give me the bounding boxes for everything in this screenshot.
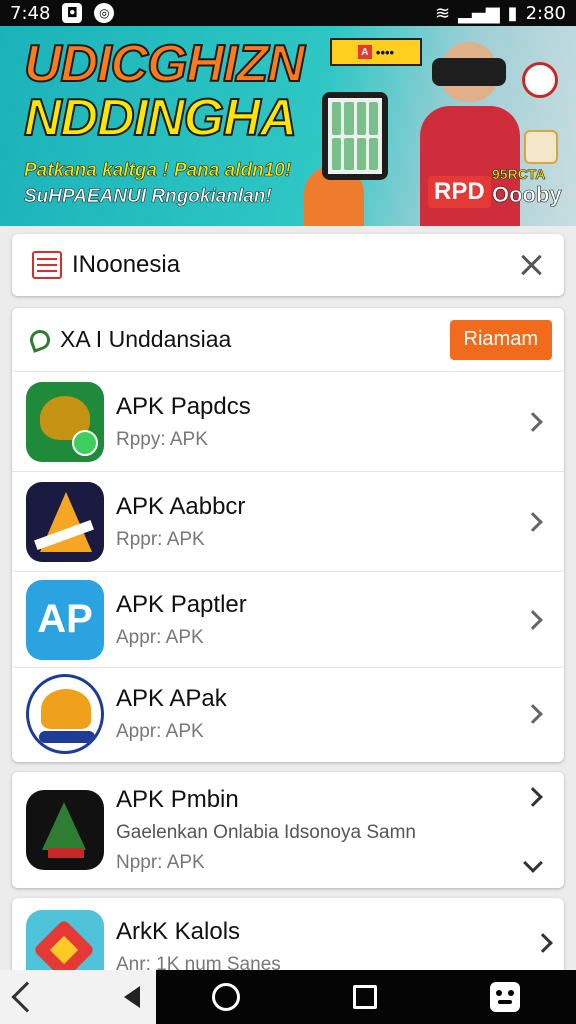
triangle-app-icon [26, 790, 104, 870]
notification-circle-icon: ◎ [94, 3, 115, 23]
chevron-right-icon [523, 704, 543, 724]
recents-icon[interactable] [352, 985, 377, 1009]
list-item[interactable]: APK Papdcs Rppy: APK [12, 372, 564, 472]
a-logo-app-icon [26, 481, 104, 562]
app-subtitle: Rppr: APK [116, 528, 205, 550]
results-cta-button[interactable]: Riamam [449, 319, 552, 360]
list-item[interactable]: APK Pmbin Gaelenkan Onlabia Idsonoya Sam… [12, 772, 564, 888]
app-name: ArkK Kalols [116, 918, 241, 945]
app-name: APK APak [116, 685, 227, 712]
app-name: APK Pmbin [116, 786, 239, 813]
chevron-right-icon [523, 609, 543, 630]
phone-illustration [322, 92, 388, 180]
app-name: APK Aabbcr [116, 492, 246, 520]
banner-subline-1: Patkana kaltga ! Pana aldn10! [24, 160, 292, 182]
close-icon[interactable] [518, 252, 544, 278]
promo-badge: A •••• [330, 38, 422, 66]
status-time-left: 7:48 [10, 2, 51, 24]
vr-headset-icon [432, 58, 506, 86]
garuda-app-icon [26, 381, 104, 462]
flag-icon [32, 251, 62, 279]
notification-square-icon: ◘ [62, 3, 83, 23]
banner-corner-top: 95RCTA [492, 166, 546, 183]
chevron-right-icon [523, 511, 543, 532]
banner-corner-bottom: Oooby [492, 182, 562, 208]
results-header: XA I Unddansiaa Riamam [12, 308, 564, 372]
chevron-right-icon [533, 933, 553, 953]
promo-banner[interactable]: UDICGHIZN NDDINGHA Patkana kaltga ! Pana… [0, 26, 576, 226]
emblem-app-icon [26, 674, 104, 754]
search-input[interactable]: INoonesia [72, 251, 518, 279]
battery-icon: ▮ [507, 2, 518, 24]
back-icon[interactable] [11, 981, 43, 1013]
home-icon[interactable] [212, 983, 241, 1011]
app-description: Gaelenkan Onlabia Idsonoya Samn [116, 822, 416, 843]
leaf-icon [27, 326, 53, 353]
app-subtitle: Appr: APK [116, 626, 204, 648]
app-subtitle: Nppr: APK [116, 852, 205, 873]
chevron-right-icon[interactable] [523, 787, 543, 807]
lantern-icon [524, 130, 558, 164]
left-triangle-icon[interactable] [124, 986, 140, 1008]
mascot-icon [522, 62, 558, 98]
app-name: APK Papdcs [116, 392, 251, 420]
signal-icon: ▂▄▆ [458, 2, 500, 24]
search-bar[interactable]: INoonesia [12, 234, 564, 296]
chevron-down-icon[interactable] [523, 853, 543, 873]
results-list: XA I Unddansiaa Riamam APK Papdcs Rppy: … [12, 308, 564, 762]
results-title: XA I Unddansiaa [60, 326, 232, 352]
app-subtitle: Appr: APK [116, 721, 204, 742]
banner-subline-2: SuHPAEANUI Rngokianlan! [24, 186, 272, 208]
status-bar: 7:48 ◘ ◎ ≋ ▂▄▆ ▮ 2:80 [0, 0, 576, 26]
status-time-right: 2:80 [525, 2, 566, 24]
banner-corner-text: 95RCTA Oooby [492, 166, 562, 208]
assistant-face-icon[interactable] [489, 982, 520, 1012]
chevron-right-icon [523, 411, 543, 432]
ap-logo-app-icon: AP [26, 579, 104, 660]
featured-app-card[interactable]: APK Pmbin Gaelenkan Onlabia Idsonoya Sam… [12, 772, 564, 888]
rpd-badge: RPD [428, 176, 491, 208]
app-subtitle: Rppy: APK [116, 428, 208, 450]
wifi-icon: ≋ [435, 2, 451, 24]
badge-dots-icon: •••• [375, 44, 395, 60]
banner-headline-2: NDDINGHA [23, 89, 298, 147]
system-nav-bar [0, 970, 576, 1024]
banner-headline-1: UDICGHIZN [23, 35, 306, 93]
list-item[interactable]: APK APak Appr: APK [12, 668, 564, 760]
app-name: APK Paptler [116, 590, 247, 618]
badge-letter: A [357, 45, 372, 59]
list-item[interactable]: APK Aabbcr Rppr: APK [12, 472, 564, 572]
list-item[interactable]: AP APK Paptler Appr: APK [12, 572, 564, 668]
